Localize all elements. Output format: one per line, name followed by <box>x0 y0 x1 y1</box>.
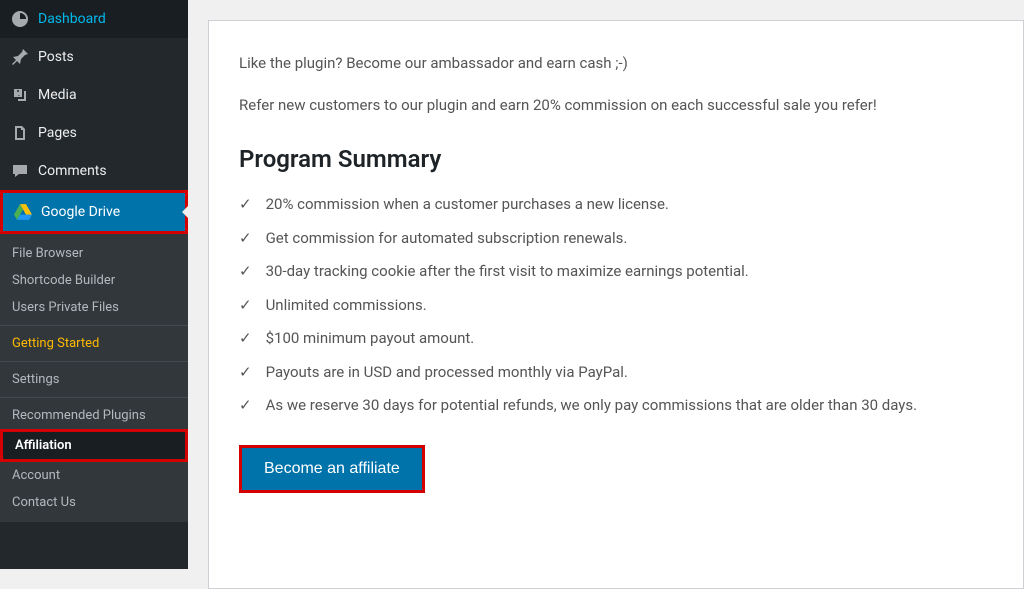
sidebar-item-label: Dashboard <box>38 11 106 27</box>
list-item-text: 30-day tracking cookie after the first v… <box>266 260 749 283</box>
section-title: Program Summary <box>239 145 993 173</box>
sidebar-item-media[interactable]: Media <box>0 76 188 114</box>
checkmark-icon: ✓ <box>239 361 252 384</box>
list-item-text: As we reserve 30 days for potential refu… <box>266 394 918 417</box>
submenu-divider <box>0 361 188 362</box>
submenu-item-shortcode-builder[interactable]: Shortcode Builder <box>0 267 188 294</box>
sidebar-item-pages[interactable]: Pages <box>0 114 188 152</box>
list-item-text: 20% commission when a customer purchases… <box>266 193 669 216</box>
sidebar-item-label: Media <box>38 87 77 103</box>
list-item: ✓ Payouts are in USD and processed monthl… <box>239 361 993 384</box>
intro-line-2: Refer new customers to our plugin and ea… <box>239 93 993 117</box>
pages-icon <box>10 123 30 143</box>
program-summary-list: ✓ 20% commission when a customer purchase… <box>239 193 993 417</box>
submenu-item-contact-us[interactable]: Contact Us <box>0 489 188 516</box>
dashboard-icon <box>10 9 30 29</box>
sidebar-item-posts[interactable]: Posts <box>0 38 188 76</box>
sidebar-item-label: Google Drive <box>41 204 120 220</box>
checkmark-icon: ✓ <box>239 193 252 216</box>
list-item-text: $100 minimum payout amount. <box>266 327 475 350</box>
list-item: ✓ $100 minimum payout amount. <box>239 327 993 350</box>
comments-icon <box>10 161 30 181</box>
list-item: ✓ As we reserve 30 days for potential ref… <box>239 394 993 417</box>
sidebar-item-label: Pages <box>38 125 77 141</box>
highlight-google-drive: Google Drive <box>0 190 188 234</box>
submenu-item-getting-started[interactable]: Getting Started <box>0 330 188 357</box>
become-affiliate-button[interactable]: Become an affiliate <box>242 448 422 490</box>
google-drive-icon <box>13 202 33 222</box>
media-icon <box>10 85 30 105</box>
list-item-text: Unlimited commissions. <box>266 294 427 317</box>
submenu-item-users-private-files[interactable]: Users Private Files <box>0 294 188 321</box>
submenu-item-file-browser[interactable]: File Browser <box>0 240 188 267</box>
sidebar-item-comments[interactable]: Comments <box>0 152 188 190</box>
checkmark-icon: ✓ <box>239 260 252 283</box>
submenu-divider <box>0 325 188 326</box>
checkmark-icon: ✓ <box>239 394 252 417</box>
intro-line-1: Like the plugin? Become our ambassador a… <box>239 51 993 75</box>
affiliation-card: Like the plugin? Become our ambassador a… <box>208 20 1024 589</box>
submenu-google-drive: File Browser Shortcode Builder Users Pri… <box>0 234 188 522</box>
sidebar-item-dashboard[interactable]: Dashboard <box>0 0 188 38</box>
list-item: ✓ 30-day tracking cookie after the first … <box>239 260 993 283</box>
main-content: Like the plugin? Become our ambassador a… <box>188 0 1024 569</box>
checkmark-icon: ✓ <box>239 294 252 317</box>
sidebar-item-label: Comments <box>38 163 107 179</box>
admin-sidebar: Dashboard Posts Media Pages Comments Goo… <box>0 0 188 569</box>
highlight-cta: Become an affiliate <box>239 445 425 493</box>
sidebar-item-google-drive[interactable]: Google Drive <box>3 193 185 231</box>
list-item: ✓ 20% commission when a customer purchase… <box>239 193 993 216</box>
checkmark-icon: ✓ <box>239 327 252 350</box>
submenu-divider <box>0 397 188 398</box>
submenu-item-settings[interactable]: Settings <box>0 366 188 393</box>
list-item-text: Get commission for automated subscriptio… <box>266 227 628 250</box>
list-item: ✓ Get commission for automated subscripti… <box>239 227 993 250</box>
submenu-item-account[interactable]: Account <box>0 462 188 489</box>
list-item-text: Payouts are in USD and processed monthly… <box>266 361 628 384</box>
sidebar-item-label: Posts <box>38 49 74 65</box>
list-item: ✓ Unlimited commissions. <box>239 294 993 317</box>
submenu-item-affiliation[interactable]: Affiliation <box>3 432 185 459</box>
submenu-item-recommended-plugins[interactable]: Recommended Plugins <box>0 402 188 429</box>
highlight-affiliation: Affiliation <box>0 429 188 462</box>
pin-icon <box>10 47 30 67</box>
checkmark-icon: ✓ <box>239 227 252 250</box>
